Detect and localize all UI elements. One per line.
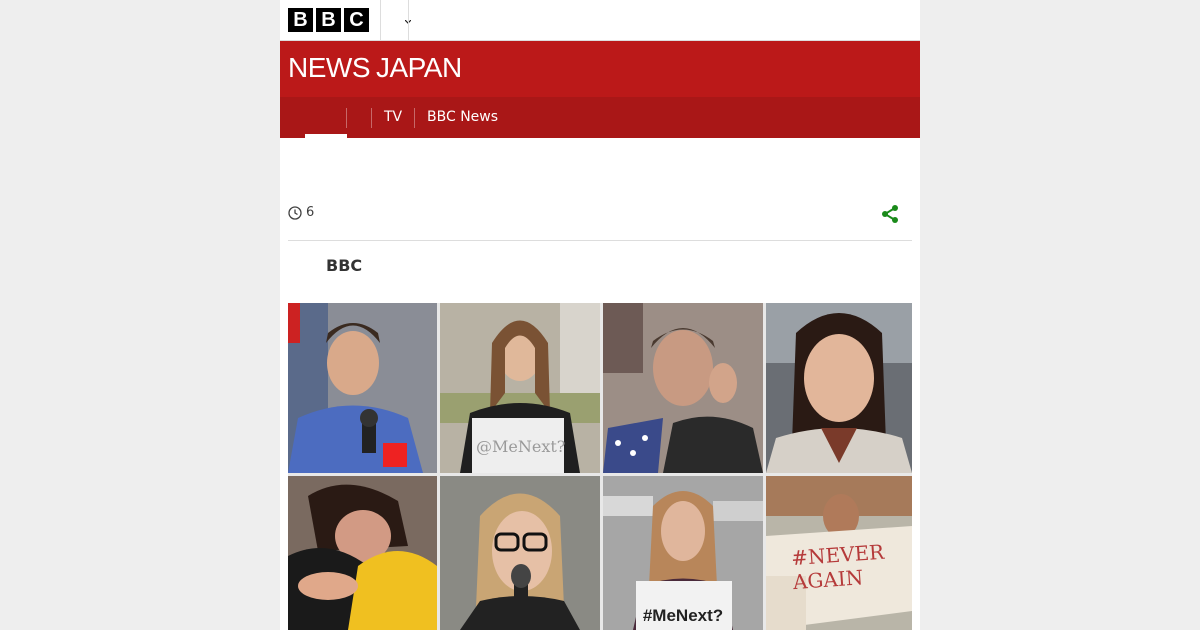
bbc-logo[interactable]: B B C [288, 8, 369, 32]
share-icon[interactable] [880, 204, 900, 224]
nav-divider [371, 108, 372, 128]
byline: BBC [326, 256, 363, 275]
logo-letter-b2: B [316, 8, 341, 32]
nav-item-bbc-news[interactable]: BBC News [427, 97, 498, 138]
active-tab-indicator [305, 134, 347, 138]
more-menu-button[interactable] [381, 0, 411, 40]
photo-hugging-crying [288, 476, 437, 630]
photo-man-never-again-sign: #NEVER AGAIN [766, 476, 912, 630]
clock-icon [288, 206, 302, 220]
nav-divider [414, 108, 415, 128]
timestamp: 6 [306, 205, 315, 220]
brand-region: JAPAN [376, 52, 462, 83]
photo-girl-glasses-microphone [440, 476, 600, 630]
article-meta: 6 [288, 200, 912, 241]
logo-letter-b1: B [288, 8, 313, 32]
photo-girl-sign-menext: @MeNext? [440, 303, 600, 473]
top-bar: B B C [280, 0, 920, 41]
news-japan-logo[interactable]: NEWS JAPAN [288, 52, 462, 84]
sign-text-menext-2: #MeNext? [642, 606, 724, 625]
nav-divider [346, 108, 347, 128]
nav-item-home[interactable] [305, 97, 347, 138]
nav-item-tv[interactable]: TV [384, 97, 402, 138]
topbar-divider [408, 0, 409, 40]
page: B B C NEWS JAPAN TV BBC News 6 BBC @MeNe… [280, 0, 920, 630]
photo-crying-girl-flag [603, 303, 763, 473]
sign-text-never-again: #NEVER AGAIN [790, 539, 885, 595]
sign-text-menext: @MeNext? [476, 437, 566, 456]
masthead: NEWS JAPAN [280, 41, 920, 97]
photo-young-man-microphone [288, 303, 437, 473]
brand-news: NEWS [288, 52, 371, 83]
photo-girl-earrings [766, 303, 912, 473]
hero-photo-collage: @MeNext? #MeNext? #NEVER AGAIN [288, 303, 912, 630]
photo-girl-sign-menext-2: #MeNext? [603, 476, 763, 630]
section-nav: TV BBC News [280, 97, 920, 138]
logo-letter-c: C [344, 8, 369, 32]
